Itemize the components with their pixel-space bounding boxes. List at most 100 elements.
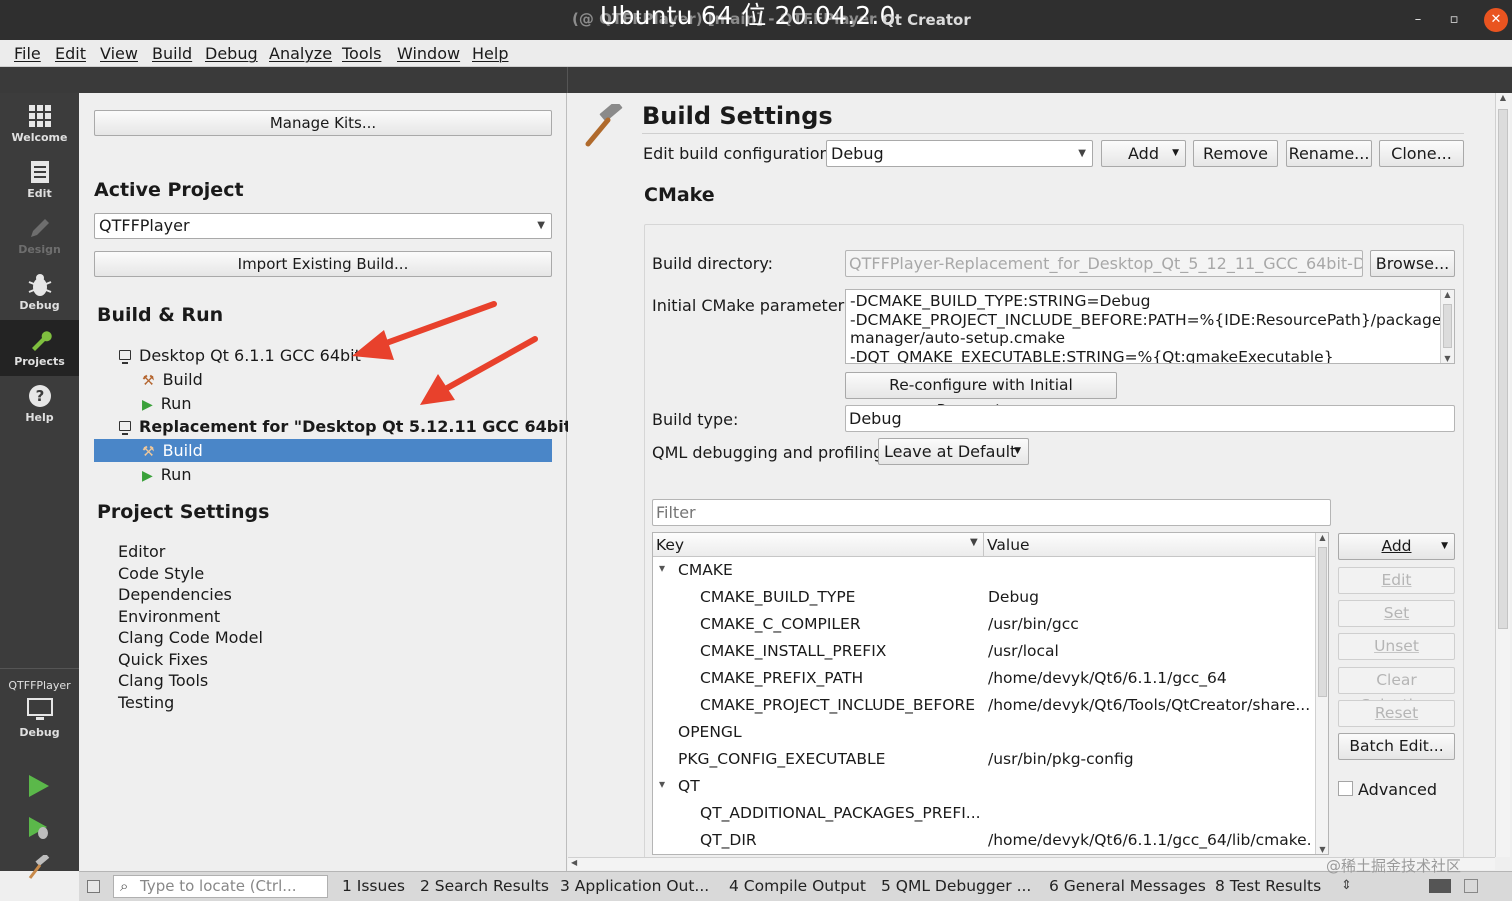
output-tab-compile-output[interactable]: 4 Compile Output: [729, 877, 866, 895]
table-row[interactable]: CMAKE_INSTALL_PREFIX/usr/local: [653, 638, 1315, 665]
advanced-checkbox[interactable]: [1338, 781, 1353, 796]
settings-scrollbar[interactable]: ▲: [1495, 93, 1510, 857]
menu-help[interactable]: Help: [472, 44, 508, 63]
expander-icon[interactable]: ▾: [659, 777, 665, 791]
locator-input[interactable]: ⌕ Type to locate (Ctrl...: [113, 875, 328, 898]
table-row[interactable]: CMAKE_PROJECT_INCLUDE_BEFORE/home/devyk/…: [653, 692, 1315, 719]
table-row[interactable]: ▾ CMAKE: [653, 557, 1315, 584]
rename-config-button[interactable]: Rename...: [1286, 140, 1372, 167]
remove-config-button[interactable]: Remove: [1193, 140, 1278, 167]
table-row[interactable]: QT_ADDITIONAL_PACKAGES_PREFI...: [653, 800, 1315, 827]
toggle-right-sidebar-icon[interactable]: [1464, 879, 1478, 893]
pencil-icon: [27, 216, 53, 242]
row-key: CMAKE_C_COMPILER: [700, 615, 861, 633]
mode-help[interactable]: ? Help: [0, 376, 79, 432]
filter-input[interactable]: [652, 499, 1331, 526]
table-row[interactable]: CMAKE_PREFIX_PATH/home/devyk/Qt6/6.1.1/g…: [653, 665, 1315, 692]
clone-config-button[interactable]: Clone...: [1379, 140, 1464, 167]
maximize-button[interactable]: ▫: [1444, 10, 1464, 30]
close-button[interactable]: ✕: [1484, 8, 1508, 32]
menu-window[interactable]: Window: [397, 44, 460, 63]
output-tab-test-results[interactable]: 8 Test Results: [1215, 877, 1321, 895]
menu-view[interactable]: View: [100, 44, 138, 63]
mode-edit[interactable]: Edit: [0, 152, 79, 208]
add-config-button[interactable]: Add ▼: [1101, 140, 1186, 167]
menu-analyze[interactable]: Analyze: [269, 44, 332, 63]
active-project-select[interactable]: QTFFPlayer ▼: [94, 213, 552, 239]
scroll-thumb[interactable]: [1318, 547, 1327, 697]
table-scrollbar[interactable]: ▲ ▼: [1315, 533, 1328, 854]
menu-file[interactable]: File: [14, 44, 41, 63]
build-directory-field[interactable]: QTFFPlayer-Replacement_for_Desktop_Qt_5_…: [845, 250, 1363, 277]
kit2-build-item[interactable]: ⚒ Build: [94, 439, 552, 462]
row-value: /usr/bin/pkg-config: [988, 750, 1134, 768]
manage-kits-button[interactable]: Manage Kits...: [94, 110, 552, 136]
kit-desktop-qt611[interactable]: Desktop Qt 6.1.1 GCC 64bit: [119, 346, 361, 365]
add-variable-button[interactable]: Add ▼: [1338, 533, 1455, 560]
toggle-output-icon[interactable]: [1429, 879, 1451, 893]
set-variable-button[interactable]: Set: [1338, 600, 1455, 627]
table-row[interactable]: ▾ QT: [653, 773, 1315, 800]
browse-button[interactable]: Browse...: [1370, 250, 1455, 277]
menu-edit[interactable]: Edit: [55, 44, 86, 63]
output-tab-issues[interactable]: 1 Issues: [342, 877, 405, 895]
output-tab-application-output[interactable]: 3 Application Out...: [560, 877, 709, 895]
table-row[interactable]: OPENGL: [653, 719, 1315, 746]
row-key: CMAKE: [678, 561, 733, 579]
settings-item-editor[interactable]: Editor: [118, 542, 165, 561]
debug-run-icon[interactable]: [26, 815, 52, 845]
kit-replacement-qt51211[interactable]: Replacement for "Desktop Qt 5.12.11 GCC …: [119, 417, 580, 436]
kit1-run-item[interactable]: ▶ Run: [142, 394, 191, 413]
window-title: Qt Creator: [882, 11, 971, 29]
cmake-variables-table[interactable]: Key ▼ Value ▾ CMAKE CMAKE_BUILD_TYPE Debug C…: [652, 532, 1329, 855]
monitor-icon: [119, 350, 131, 364]
mode-projects[interactable]: Projects: [0, 320, 79, 376]
params-scrollbar[interactable]: ▲ ▼: [1440, 290, 1454, 363]
qml-debugging-label: QML debugging and profiling:: [652, 443, 889, 462]
build-type-field[interactable]: Debug: [845, 405, 1455, 432]
kit1-build-item[interactable]: ⚒ Build: [142, 370, 203, 389]
run-icon[interactable]: [26, 773, 52, 803]
kit2-run-item[interactable]: ▶ Run: [142, 465, 191, 484]
table-row[interactable]: PKG_CONFIG_EXECUTABLE/usr/bin/pkg-config: [653, 746, 1315, 773]
settings-item-code-style[interactable]: Code Style: [118, 564, 204, 583]
mode-debug[interactable]: Debug: [0, 264, 79, 320]
build-config-select[interactable]: Debug ▼: [826, 140, 1093, 167]
reset-button[interactable]: Reset: [1338, 700, 1455, 727]
settings-item-environment[interactable]: Environment: [118, 607, 220, 626]
menu-tools[interactable]: Tools: [342, 44, 381, 63]
output-tab-search-results[interactable]: 2 Search Results: [420, 877, 549, 895]
table-row[interactable]: CMAKE_C_COMPILER/usr/bin/gcc: [653, 611, 1315, 638]
import-existing-build-button[interactable]: Import Existing Build...: [94, 251, 552, 277]
menu-build[interactable]: Build: [152, 44, 192, 63]
clear-selection-button[interactable]: Clear Selection: [1338, 667, 1455, 714]
batch-edit-button[interactable]: Batch Edit...: [1338, 733, 1455, 760]
output-tab-qml-debugger[interactable]: 5 QML Debugger ...: [881, 877, 1031, 895]
reconfigure-button[interactable]: Re-configure with Initial Parameters: [845, 372, 1117, 419]
toggle-sidebar-icon[interactable]: [87, 880, 100, 893]
settings-item-clang-tools[interactable]: Clang Tools: [118, 671, 208, 690]
settings-item-testing[interactable]: Testing: [118, 693, 174, 712]
build-hammer-icon[interactable]: [26, 853, 52, 885]
more-tabs-icon[interactable]: ⇕: [1341, 878, 1352, 893]
unset-variable-button[interactable]: Unset: [1338, 633, 1455, 660]
kit-selector[interactable]: QTFFPlayer Debug: [0, 668, 79, 758]
settings-item-dependencies[interactable]: Dependencies: [118, 585, 232, 604]
scroll-thumb[interactable]: [1443, 304, 1452, 348]
edit-variable-button[interactable]: Edit: [1338, 567, 1455, 594]
mode-design[interactable]: Design: [0, 208, 79, 264]
mode-welcome[interactable]: Welcome: [0, 96, 79, 152]
expander-icon[interactable]: ▾: [659, 561, 665, 575]
settings-item-clang-code-model[interactable]: Clang Code Model: [118, 628, 263, 647]
key-column-header[interactable]: Key: [656, 536, 684, 554]
initial-cmake-params-field[interactable]: -DCMAKE_BUILD_TYPE:STRING=Debug -DCMAKE_…: [845, 289, 1455, 364]
table-row[interactable]: CMAKE_BUILD_TYPE Debug: [653, 584, 1315, 611]
menu-debug[interactable]: Debug: [205, 44, 258, 63]
output-tab-general-messages[interactable]: 6 General Messages: [1049, 877, 1206, 895]
value-column-header[interactable]: Value: [987, 536, 1030, 554]
settings-item-quick-fixes[interactable]: Quick Fixes: [118, 650, 208, 669]
table-row[interactable]: QT_DIR/home/devyk/Qt6/6.1.1/gcc_64/lib/c…: [653, 827, 1315, 854]
minimize-button[interactable]: –: [1408, 10, 1428, 30]
scroll-thumb[interactable]: [1498, 109, 1508, 629]
qml-debugging-select[interactable]: Leave at Default ▼: [878, 438, 1029, 465]
